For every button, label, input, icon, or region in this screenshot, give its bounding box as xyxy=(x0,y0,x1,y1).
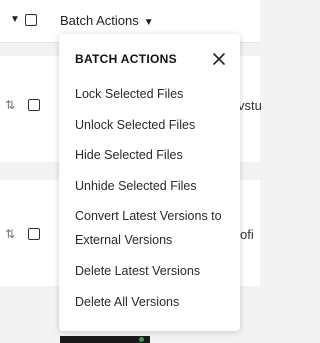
status-indicator-icon xyxy=(139,337,144,342)
select-all-checkbox[interactable] xyxy=(25,14,37,26)
menu-item-convert-to-external[interactable]: Convert Latest Versions to External Vers… xyxy=(75,204,225,252)
menu-item-hide-selected[interactable]: Hide Selected Files xyxy=(75,143,235,167)
select-all-caret-icon[interactable]: ▼ xyxy=(10,13,20,27)
batch-actions-list: Lock Selected Files Unlock Selected File… xyxy=(75,82,235,320)
batch-actions-caret-icon: ▼ xyxy=(143,17,154,28)
batch-actions-menu: BATCH ACTIONS Lock Selected Files Unlock… xyxy=(59,34,240,331)
menu-item-delete-all[interactable]: Delete All Versions xyxy=(75,290,235,314)
reorder-handle-icon[interactable]: ⇅ xyxy=(5,227,15,241)
menu-item-lock-selected[interactable]: Lock Selected Files xyxy=(75,82,235,106)
row-checkbox[interactable] xyxy=(28,99,40,111)
batch-actions-label: Batch Actions xyxy=(60,13,139,28)
file-name: ofi xyxy=(240,227,254,242)
menu-item-unlock-selected[interactable]: Unlock Selected Files xyxy=(75,113,235,137)
file-thumbnail xyxy=(60,336,150,343)
menu-item-unhide-selected[interactable]: Unhide Selected Files xyxy=(75,174,235,198)
batch-actions-button[interactable]: Batch Actions ▼ xyxy=(60,13,154,31)
reorder-handle-icon[interactable]: ⇅ xyxy=(5,98,15,112)
close-icon[interactable] xyxy=(211,51,227,67)
row-checkbox[interactable] xyxy=(28,228,40,240)
file-name: vstu xyxy=(238,98,262,113)
menu-title: BATCH ACTIONS xyxy=(75,52,177,66)
menu-item-delete-latest[interactable]: Delete Latest Versions xyxy=(75,259,235,283)
